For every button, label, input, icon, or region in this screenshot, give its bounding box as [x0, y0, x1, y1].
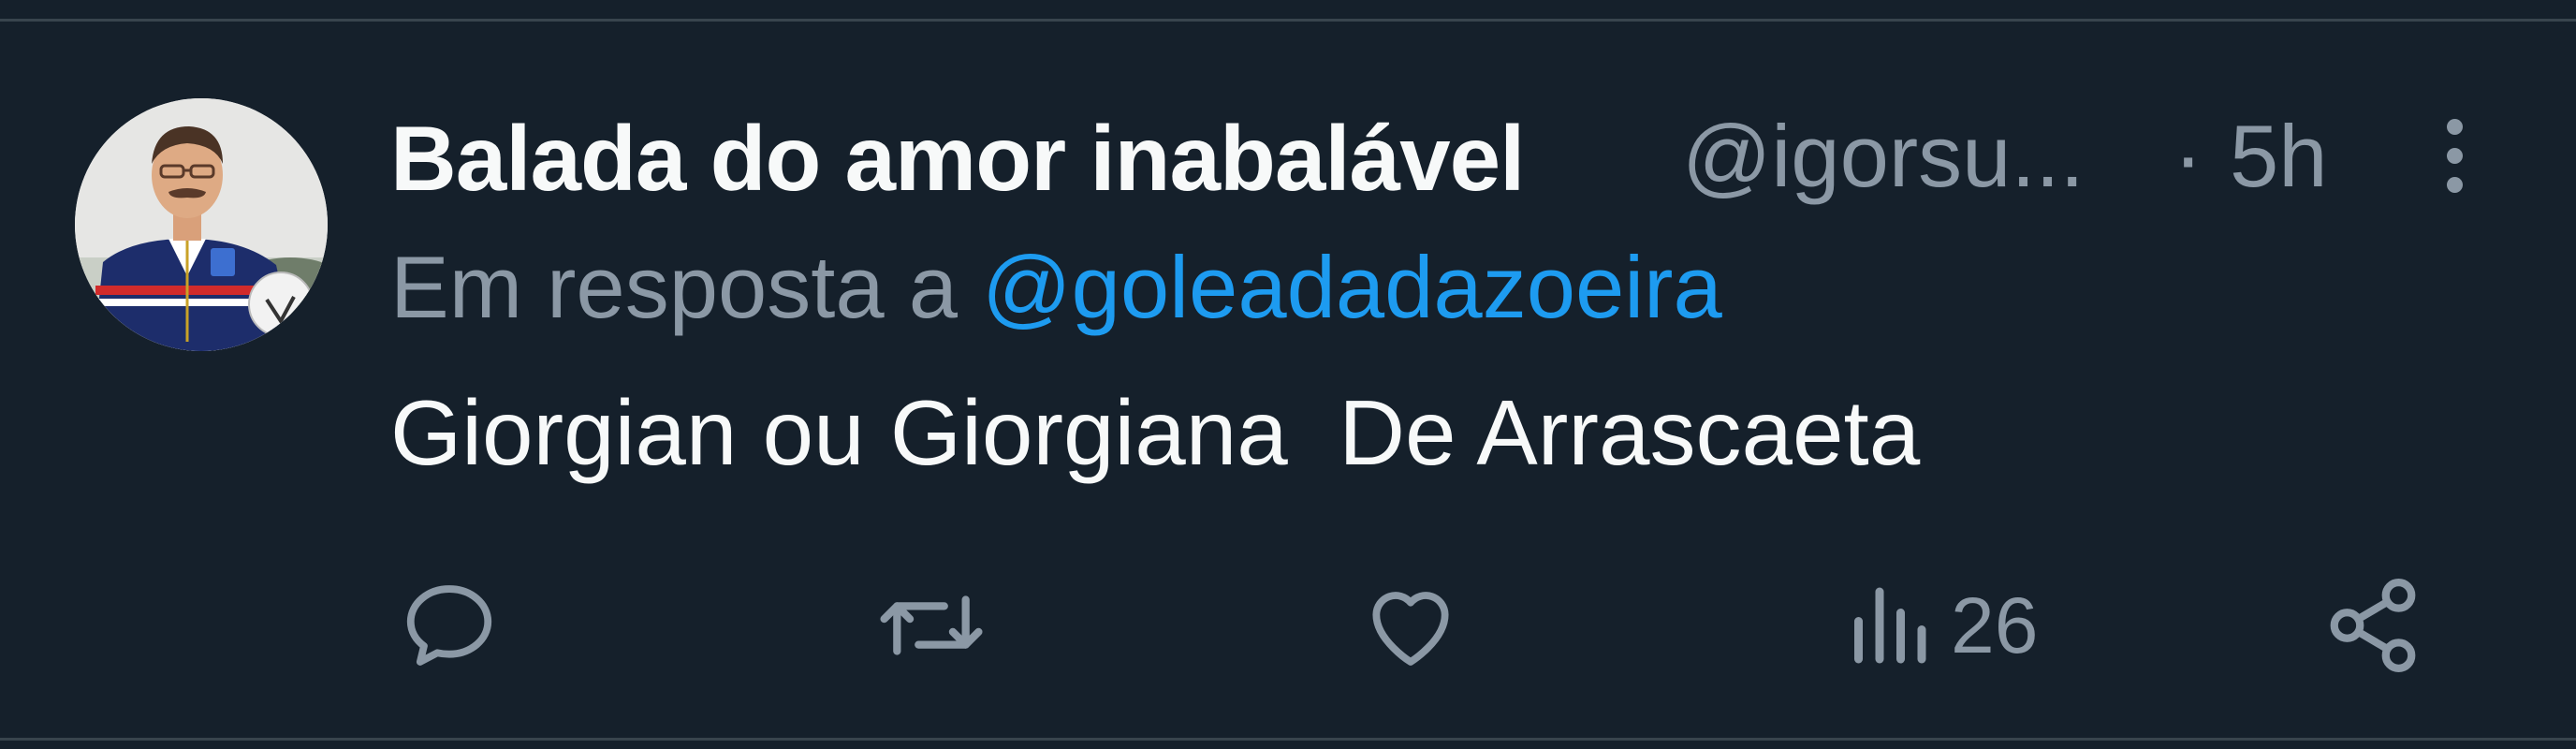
- reply-context: Em resposta a @goleadadazoeira: [390, 237, 1722, 338]
- timestamp[interactable]: 5h: [2230, 106, 2328, 207]
- reply-mention-link[interactable]: @goleadadazoeira: [982, 238, 1722, 336]
- user-handle[interactable]: @igorsu...: [1682, 106, 2085, 207]
- tweet-text: Giorgian ou Giorgiana De Arrascaeta: [390, 381, 1921, 484]
- more-options-icon[interactable]: [2426, 104, 2482, 207]
- views-count: 26: [1951, 580, 2039, 669]
- retweet-icon: [880, 595, 983, 655]
- retweet-button[interactable]: [875, 574, 988, 677]
- reply-icon: [406, 585, 492, 666]
- views-icon: [1854, 587, 1926, 664]
- avatar[interactable]: [75, 98, 328, 351]
- tweet[interactable]: Balada do amor inabalável @igorsu... · 5…: [0, 22, 2576, 738]
- display-name[interactable]: Balada do amor inabalável: [390, 106, 1525, 212]
- like-button[interactable]: [1359, 574, 1462, 677]
- share-button[interactable]: [2321, 574, 2424, 677]
- tweet-actions: 26: [0, 555, 2576, 686]
- tweet-header: Balada do amor inabalável @igorsu... · 5…: [390, 95, 2543, 210]
- bottom-divider: [0, 738, 2576, 741]
- share-icon: [2330, 579, 2416, 672]
- reply-prefix: Em resposta a: [390, 238, 983, 336]
- separator-dot: ·: [2174, 107, 2203, 205]
- heart-icon: [1372, 592, 1449, 666]
- views-button[interactable]: 26: [1846, 574, 2038, 677]
- reply-button[interactable]: [398, 574, 501, 677]
- avatar-image: [75, 98, 328, 351]
